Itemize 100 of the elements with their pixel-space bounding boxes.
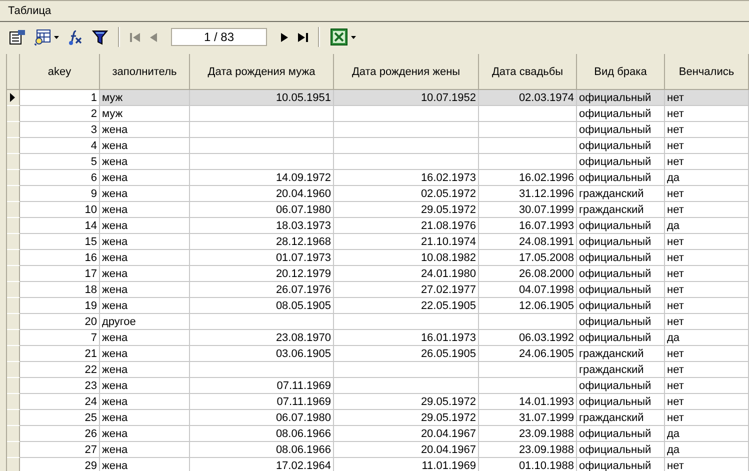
table-cell: другое <box>100 314 190 330</box>
table-cell: официальный <box>577 122 665 138</box>
table-cell: официальный <box>577 138 665 154</box>
filter-icon <box>92 30 108 44</box>
first-icon <box>130 32 141 42</box>
table-cell: официальный <box>577 266 665 282</box>
table-cell: 08.05.1905 <box>190 298 334 314</box>
table-cell: нет <box>665 122 749 138</box>
table-cell: нет <box>665 378 749 394</box>
table-cell: 20.04.1960 <box>190 186 334 202</box>
table-cell: 29.05.1972 <box>334 202 479 218</box>
table-cell: 21.10.1974 <box>334 234 479 250</box>
table-cell: официальный <box>577 298 665 314</box>
table-cell: жена <box>100 122 190 138</box>
table-cell: нет <box>665 314 749 330</box>
table-cell: 16.02.1996 <box>479 170 577 186</box>
table-cell: 31.07.1999 <box>479 410 577 426</box>
table-cell: 27 <box>20 442 100 458</box>
table-cell: 02.05.1972 <box>334 186 479 202</box>
table-cell: да <box>665 170 749 186</box>
table-cell: 16.07.1993 <box>479 218 577 234</box>
corner-header <box>7 54 20 90</box>
column-header[interactable]: Дата рождения мужа <box>190 54 334 90</box>
table-cell: 24.08.1991 <box>479 234 577 250</box>
table-cell: жена <box>100 426 190 442</box>
table-cell: 04.07.1998 <box>479 282 577 298</box>
table-cell: гражданский <box>577 346 665 362</box>
table-cell: 06.03.1992 <box>479 330 577 346</box>
table-cell: официальный <box>577 250 665 266</box>
table-cell: 9 <box>20 186 100 202</box>
table-cell: 14 <box>20 218 100 234</box>
table-cell: официальный <box>577 394 665 410</box>
table-cell: жена <box>100 202 190 218</box>
table-cell: нет <box>665 234 749 250</box>
table-cell: официальный <box>577 170 665 186</box>
table-cell: нет <box>665 90 749 106</box>
table-cell: 23.09.1988 <box>479 442 577 458</box>
formula-icon <box>67 28 84 46</box>
table-cell: 21 <box>20 346 100 362</box>
table-cell: 01.07.1973 <box>190 250 334 266</box>
column-header[interactable]: Дата рождения жены <box>334 54 479 90</box>
table-cell: 25 <box>20 410 100 426</box>
table-cell: нет <box>665 362 749 378</box>
table-cell: 08.06.1966 <box>190 426 334 442</box>
table-cell: 20 <box>20 314 100 330</box>
column-header[interactable]: akey <box>20 54 100 90</box>
table-cell: 03.06.1905 <box>190 346 334 362</box>
table-cell: 6 <box>20 170 100 186</box>
table-cell: 12.06.1905 <box>479 298 577 314</box>
page-field[interactable]: 1 / 83 <box>171 28 267 46</box>
table-cell: 19 <box>20 298 100 314</box>
table-cell: жена <box>100 458 190 471</box>
table-cell: 26 <box>20 426 100 442</box>
table-cell: официальный <box>577 282 665 298</box>
table-cell: жена <box>100 346 190 362</box>
table-cell: гражданский <box>577 410 665 426</box>
table-cell: 10.05.1951 <box>190 90 334 106</box>
table-cell: нет <box>665 298 749 314</box>
current-row-icon <box>10 93 15 102</box>
table-cell: 23 <box>20 378 100 394</box>
table-cell: нет <box>665 394 749 410</box>
table-cell: 2 <box>20 106 100 122</box>
table-cell: жена <box>100 218 190 234</box>
table-cell: официальный <box>577 442 665 458</box>
caret-icon <box>351 36 356 38</box>
table-cell: 18 <box>20 282 100 298</box>
column-header[interactable]: Дата свадьбы <box>479 54 577 90</box>
table-cell: жена <box>100 410 190 426</box>
table-cell: нет <box>665 186 749 202</box>
table-cell: муж <box>100 90 190 106</box>
table-cell: 23.08.1970 <box>190 330 334 346</box>
table-cell: 16.02.1973 <box>334 170 479 186</box>
table-cell: 02.03.1974 <box>479 90 577 106</box>
table-cell: жена <box>100 186 190 202</box>
table-cell: 10.08.1982 <box>334 250 479 266</box>
table-cell: 20.04.1967 <box>334 426 479 442</box>
next-icon <box>280 32 289 42</box>
table-cell: жена <box>100 234 190 250</box>
row-indicator[interactable] <box>7 90 20 106</box>
table-cell: 4 <box>20 138 100 154</box>
table-cell: нет <box>665 266 749 282</box>
table-cell: официальный <box>577 378 665 394</box>
table-cell: 5 <box>20 154 100 170</box>
table-cell: 23.09.1988 <box>479 426 577 442</box>
column-header[interactable]: Вид брака <box>577 54 665 90</box>
table-cell: 10 <box>20 202 100 218</box>
table-cell: 06.07.1980 <box>190 410 334 426</box>
table-cell: нет <box>665 106 749 122</box>
table-cell: нет <box>665 346 749 362</box>
table-cell: 16.01.1973 <box>334 330 479 346</box>
column-header[interactable]: заполнитель <box>100 54 190 90</box>
table-cell: 29.05.1972 <box>334 410 479 426</box>
table-cell: 18.03.1973 <box>190 218 334 234</box>
column-header[interactable]: Венчались <box>665 54 749 90</box>
table-cell: 10.07.1952 <box>334 90 479 106</box>
table-cell: 26.07.1976 <box>190 282 334 298</box>
table-cell: жена <box>100 442 190 458</box>
table-cell: нет <box>665 202 749 218</box>
table-cell: 24 <box>20 394 100 410</box>
table-cell: официальный <box>577 218 665 234</box>
